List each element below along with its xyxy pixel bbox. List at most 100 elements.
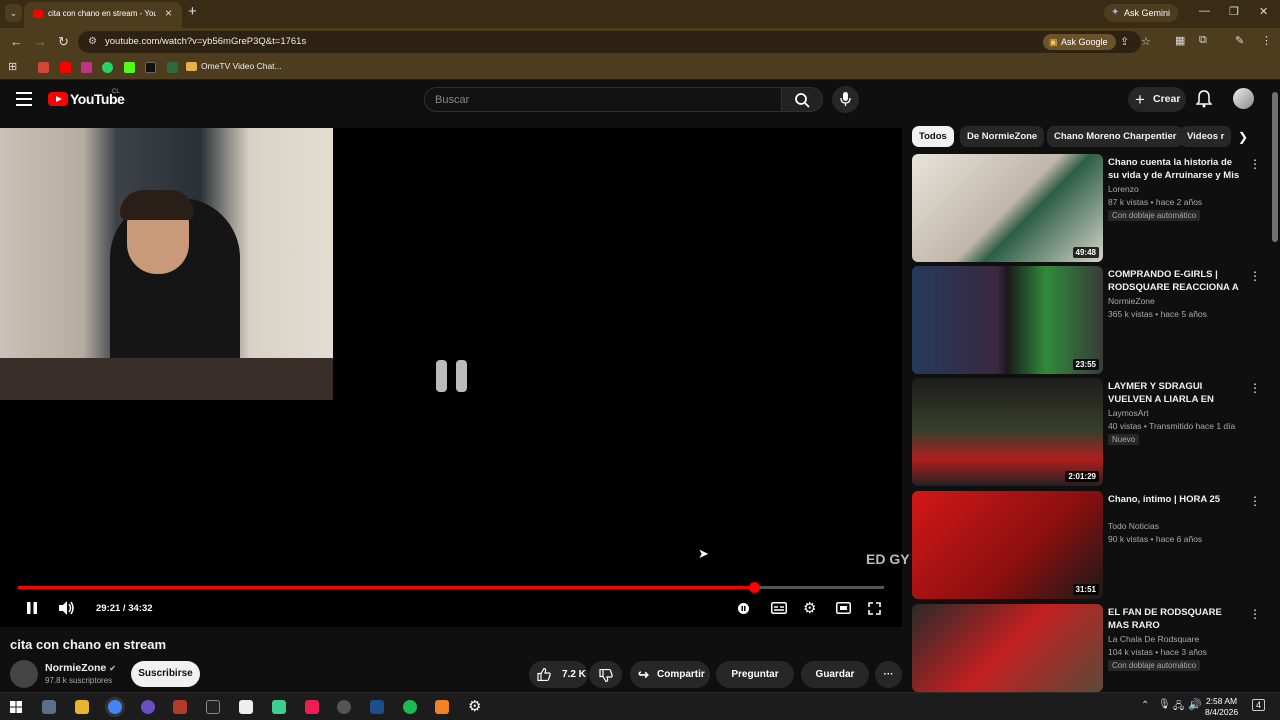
app-icon[interactable] — [173, 700, 187, 714]
url-text[interactable]: youtube.com/watch?v=yb56mGreP3Q&t=1761s — [105, 36, 306, 47]
scrollbar-thumb[interactable] — [1272, 92, 1278, 242]
menu-icon[interactable] — [16, 92, 32, 106]
youtube-bookmark-icon[interactable] — [60, 62, 71, 73]
fullscreen-icon[interactable] — [868, 602, 881, 615]
rec-title[interactable]: COMPRANDO E-GIRLS | RODSQUARE REACCIONA … — [1108, 268, 1243, 294]
whatsapp-icon[interactable] — [102, 62, 113, 73]
subtitles-icon[interactable] — [771, 602, 787, 614]
volume-icon[interactable] — [58, 601, 75, 615]
install-icon[interactable]: ⇪ — [1120, 35, 1129, 48]
rec-channel[interactable]: Todo Noticias — [1108, 521, 1159, 531]
cloud-icon[interactable] — [435, 700, 449, 714]
bookmark-star-icon[interactable]: ☆ — [1141, 35, 1151, 48]
instagram-icon[interactable] — [81, 62, 92, 73]
channel-name[interactable]: NormieZone ✔ — [45, 662, 116, 674]
close-window-icon[interactable]: ✕ — [1259, 5, 1268, 18]
address-bar[interactable]: ⚙ youtube.com/watch?v=yb56mGreP3Q&t=1761… — [78, 31, 1151, 53]
profile-icon[interactable]: ✎ — [1235, 34, 1244, 47]
back-icon[interactable]: ← — [10, 34, 23, 49]
ask-gemini-button[interactable]: ✦ Ask Gemini — [1104, 4, 1178, 22]
task-view-icon[interactable] — [42, 700, 56, 714]
rec-title[interactable]: Chano cuenta la historia de su vida y de… — [1108, 156, 1243, 182]
ask-google-button[interactable]: ▣ Ask Google — [1043, 34, 1116, 50]
kick-icon[interactable] — [124, 62, 135, 73]
chip-2[interactable]: Chano Moreno Charpentier — [1047, 126, 1184, 147]
progress-bar[interactable] — [18, 582, 884, 593]
reload-icon[interactable]: ↻ — [58, 34, 69, 50]
app-green-icon[interactable] — [272, 700, 286, 714]
tiktok-icon[interactable] — [145, 62, 156, 73]
chip-1[interactable]: De NormieZone — [960, 126, 1045, 147]
search-input[interactable]: Buscar — [424, 87, 782, 112]
pause-icon[interactable] — [26, 602, 38, 614]
like-button[interactable]: 7.2 K — [529, 661, 588, 688]
rec-thumbnail[interactable] — [912, 604, 1103, 692]
notifications-bell-icon[interactable] — [1196, 90, 1212, 108]
spotify-icon[interactable] — [403, 700, 417, 714]
discord-icon[interactable] — [141, 700, 155, 714]
bookmark-ometv[interactable]: OmeTV Video Chat... — [186, 61, 282, 71]
notifications-count[interactable]: 4 — [1252, 699, 1266, 711]
browser-tab[interactable]: cita con chano en stream - YouT × — [24, 2, 182, 28]
file-explorer-icon[interactable] — [75, 700, 89, 714]
channel-name-text[interactable]: NormieZone — [45, 662, 106, 674]
rec-item[interactable]: EL FAN DE RODSQUARE MAS RARO La Chala De … — [912, 604, 1262, 692]
rec-title[interactable]: LAYMER Y SDRAGUI VUELVEN A LIARLA EN WIL… — [1108, 380, 1243, 406]
theater-mode-icon[interactable] — [836, 602, 851, 614]
rec-title[interactable]: Chano, íntimo | HORA 25 — [1108, 493, 1243, 506]
gmail-icon[interactable] — [38, 62, 49, 73]
rec-channel[interactable]: LaymosArt — [1108, 408, 1149, 418]
obs-icon[interactable] — [337, 700, 351, 714]
rec-more-icon[interactable]: ⋮ — [1249, 269, 1261, 283]
rec-item[interactable]: 49:48 Chano cuenta la historia de su vida… — [912, 154, 1262, 262]
tray-chevron-icon[interactable]: ⌃ — [1141, 700, 1149, 711]
chip-3[interactable]: Videos r — [1180, 126, 1232, 147]
system-clock[interactable]: 2:58 AM 8/4/2026 — [1205, 696, 1238, 718]
rec-thumbnail[interactable]: 2:01:29 — [912, 378, 1103, 486]
rec-more-icon[interactable]: ⋮ — [1249, 157, 1261, 171]
maximize-icon[interactable]: ❐ — [1229, 5, 1239, 18]
minimize-icon[interactable]: — — [1199, 5, 1210, 17]
rec-thumbnail[interactable]: 23:55 — [912, 266, 1103, 374]
autoplay-toggle-icon[interactable] — [738, 603, 749, 614]
mic-tray-icon[interactable]: 🎙 — [1158, 699, 1171, 710]
account-avatar[interactable] — [1233, 88, 1254, 109]
rec-item[interactable]: 31:51 Chano, íntimo | HORA 25 Todo Noticia… — [912, 491, 1262, 599]
chip-0[interactable]: Todos — [912, 126, 954, 147]
chevron-right-icon[interactable]: ❯ — [1238, 130, 1248, 144]
tab-search-icon[interactable]: ⌄ — [5, 4, 22, 22]
rec-item[interactable]: 2:01:29 LAYMER Y SDRAGUI VUELVEN A LIARLA… — [912, 378, 1262, 486]
settings-app-icon[interactable]: ⚙ — [468, 697, 481, 715]
rec-more-icon[interactable]: ⋮ — [1249, 607, 1261, 621]
rec-more-icon[interactable]: ⋮ — [1249, 494, 1261, 508]
extensions-puzzle-icon[interactable]: ⧉ — [1199, 34, 1207, 47]
channel-avatar[interactable] — [10, 660, 38, 688]
share-button[interactable]: ↪ Compartir — [630, 661, 710, 688]
chrome-icon[interactable] — [108, 700, 122, 714]
new-tab-icon[interactable]: + — [188, 3, 197, 20]
create-button[interactable]: + Crear — [1128, 87, 1186, 112]
close-tab-icon[interactable]: × — [165, 6, 172, 20]
capcut-icon[interactable] — [239, 700, 253, 714]
ask-button[interactable]: Preguntar — [716, 661, 794, 688]
save-button[interactable]: Guardar — [801, 661, 869, 688]
rec-item[interactable]: 23:55 COMPRANDO E-GIRLS | RODSQUARE REACC… — [912, 266, 1262, 374]
rec-channel[interactable]: La Chala De Rodsquare — [1108, 634, 1199, 644]
rec-title[interactable]: EL FAN DE RODSQUARE MAS RARO — [1108, 606, 1243, 632]
subscribe-button[interactable]: Suscribirse — [131, 661, 200, 687]
search-button[interactable] — [781, 87, 823, 112]
rec-channel[interactable]: NormieZone — [1108, 296, 1155, 306]
apps-grid-icon[interactable]: ⊞ — [8, 60, 17, 73]
chrome-menu-icon[interactable]: ⋮ — [1261, 34, 1272, 47]
rec-thumbnail[interactable]: 49:48 — [912, 154, 1103, 262]
more-actions-icon[interactable]: ··· — [875, 661, 902, 688]
voice-search-button[interactable] — [832, 86, 859, 113]
rec-channel[interactable]: Lorenzo — [1108, 184, 1139, 194]
extension-icon[interactable]: ▦ — [1175, 34, 1185, 47]
windows-start-icon[interactable] — [10, 701, 22, 713]
rec-more-icon[interactable]: ⋮ — [1249, 381, 1261, 395]
network-icon[interactable]: 🖧 — [1173, 699, 1184, 716]
settings-gear-icon[interactable]: ⚙ — [803, 599, 816, 617]
steam-icon[interactable] — [370, 700, 384, 714]
site-info-icon[interactable]: ⚙ — [88, 36, 97, 47]
